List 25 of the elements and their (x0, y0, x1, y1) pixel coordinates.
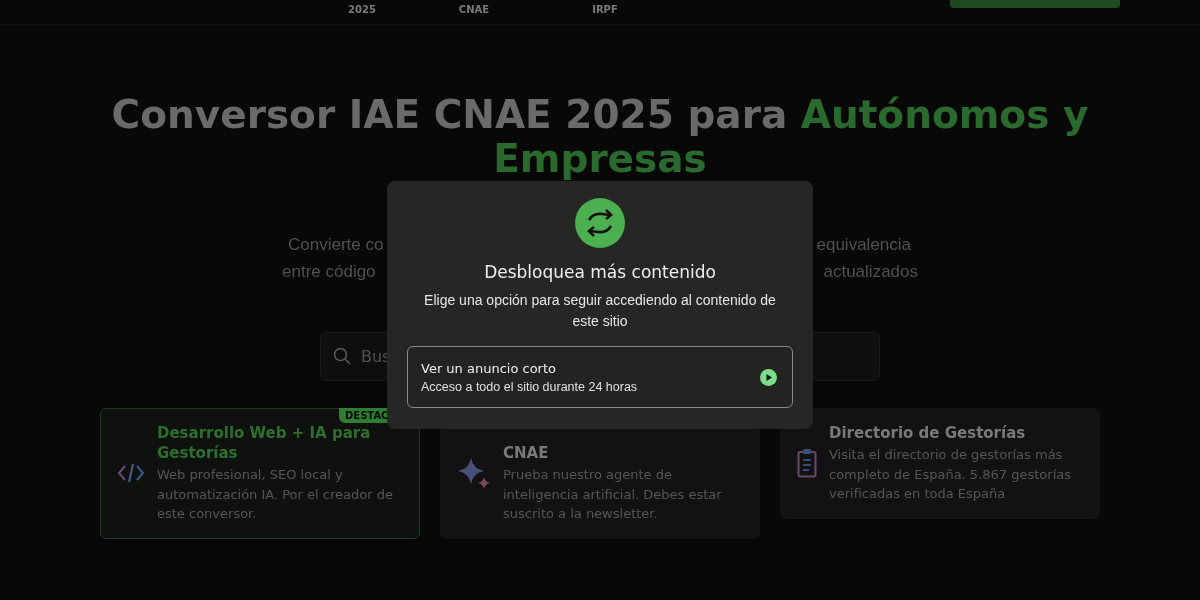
option-button[interactable]: Ver un anuncio corto Acceso a todo el sitio durante 24 horas (407, 346, 793, 408)
card-text: Web profesional, SEO local y automatización IA. Por el creador de este conversor. (157, 466, 394, 523)
subtitle-text: equivalencia (816, 234, 911, 256)
card-title: CNAE (503, 443, 550, 463)
subtitle-text: Convierte co (288, 234, 384, 256)
card-text: Prueba nuestro agente de inteligencia artificial. Debes estar suscrito a la newsletter. (503, 466, 723, 523)
clipboard-icon (797, 448, 817, 479)
subtitle-text: actualizados (823, 261, 918, 283)
option-title: Ver un anuncio corto (421, 360, 556, 376)
refresh-icon (575, 198, 625, 248)
play-icon (760, 368, 777, 386)
modal-text: Elige una opción para seguir accediendo al contenido de este sitio (423, 291, 777, 331)
modal-title: Desbloquea más contenido (484, 262, 716, 282)
card-text: Visita el directorio de gestorías más completo de España. 5.867 gestorías verificadas en toda España (829, 446, 1072, 503)
nav-link[interactable]: CNAE (452, 4, 496, 15)
subtitle-text: entre código (282, 261, 376, 283)
card[interactable]: DESTAC Desarrollo Web + IA para Gestorías Web profesional, SEO local y automatización IA. Por el creador de este conversor. (100, 408, 420, 539)
card[interactable]: Directorio de Gestorías Visita el directorio de gestorías más completo de España. 5.867 gestorías verificadas en toda España (780, 408, 1100, 519)
option-subtitle: Acceso a todo el sitio durante 24 horas (421, 379, 638, 394)
page-title: Conversor IAE CNAE 2025 para Autónomos y Empresas (110, 93, 1090, 181)
nav-link[interactable]: 2025 (340, 4, 384, 15)
card-title: Desarrollo Web + IA para Gestorías (157, 423, 372, 463)
nav-link[interactable]: IRPF (583, 4, 627, 15)
sparkle-icon (457, 457, 491, 490)
card-title: Directorio de Gestorías (829, 423, 1027, 443)
